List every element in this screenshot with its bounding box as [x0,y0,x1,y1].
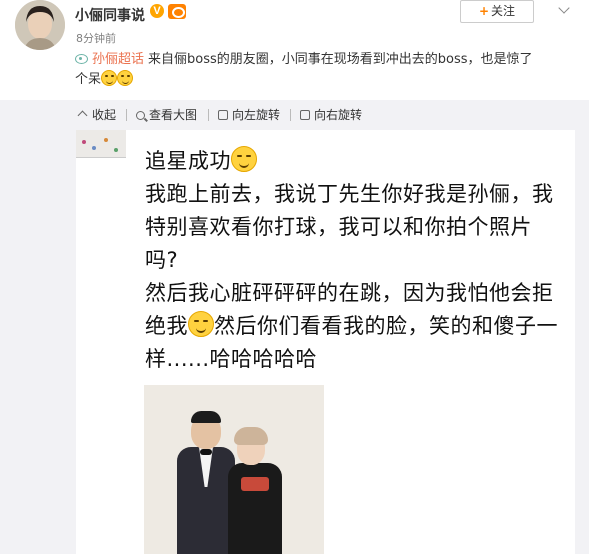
emoji-icon [117,70,134,86]
post-image[interactable]: 追星成功 我跑上前去，我说丁先生你好我是孙俪，我特别喜欢看你打球，我可以和你拍个… [76,130,575,554]
avatar[interactable] [15,0,65,50]
plus-icon: + [478,4,490,18]
emoji-icon [101,70,118,86]
image-toolbar: 收起 查看大图 向左旋转 向右旋转 [0,100,589,130]
rotate-left-label: 向左旋转 [232,108,281,122]
topic-link[interactable]: 孙俪超话 [92,52,144,67]
rotate-left-icon [218,110,228,120]
image-text-title: 追星成功 [145,149,231,173]
member-badge-icon[interactable] [168,4,186,19]
rotate-right-label: 向右旋转 [314,108,363,122]
rotate-left-button[interactable]: 向左旋转 [218,107,280,123]
follow-label: 关注 [491,4,516,18]
collapse-button[interactable]: 收起 [77,107,116,123]
view-large-label: 查看大图 [149,108,198,122]
view-large-button[interactable]: 查看大图 [136,107,197,123]
view-large-icon [136,110,145,120]
collapse-label: 收起 [92,108,117,122]
post-content: 孙俪超话 来自俪boss的朋友圈，小同事在现场看到冲出去的boss，也是惊了 个呆 [75,50,575,90]
rotate-right-icon [300,110,310,120]
image-text-para1: 我跑上前去，我说丁先生你好我是孙俪，我特别喜欢看你打球，我可以和你拍个照片吗? [145,182,554,272]
image-text: 追星成功 我跑上前去，我说丁先生你好我是孙俪，我特别喜欢看你打球，我可以和你拍个… [145,145,565,376]
post-timestamp[interactable]: 8分钟前 [76,30,116,46]
username[interactable]: 小俪同事说 [75,5,145,25]
divider [126,109,127,121]
emoji-icon [231,146,257,172]
post-text-line1: 来自俪boss的朋友圈，小同事在现场看到冲出去的boss，也是惊了 [148,52,533,67]
divider [290,109,291,121]
follow-button[interactable]: + 关注 [460,0,534,23]
topic-icon [75,54,88,64]
divider [208,109,209,121]
verified-icon: V [150,4,164,18]
expanded-image-area: 追星成功 我跑上前去，我说丁先生你好我是孙俪，我特别喜欢看你打球，我可以和你拍个… [0,130,589,554]
photo-of-two-people [144,385,324,554]
post-header: 小俪同事说 V 8分钟前 + 关注 孙俪超话 来自俪boss的朋友圈，小同事在现场看… [0,0,589,100]
post-text-line2: 个呆 [75,72,102,87]
emoji-icon [188,311,214,337]
chevron-down-icon[interactable] [558,2,570,14]
rotate-right-button[interactable]: 向右旋转 [300,107,362,123]
collapse-icon [77,110,88,121]
image-top-strip [76,130,126,158]
